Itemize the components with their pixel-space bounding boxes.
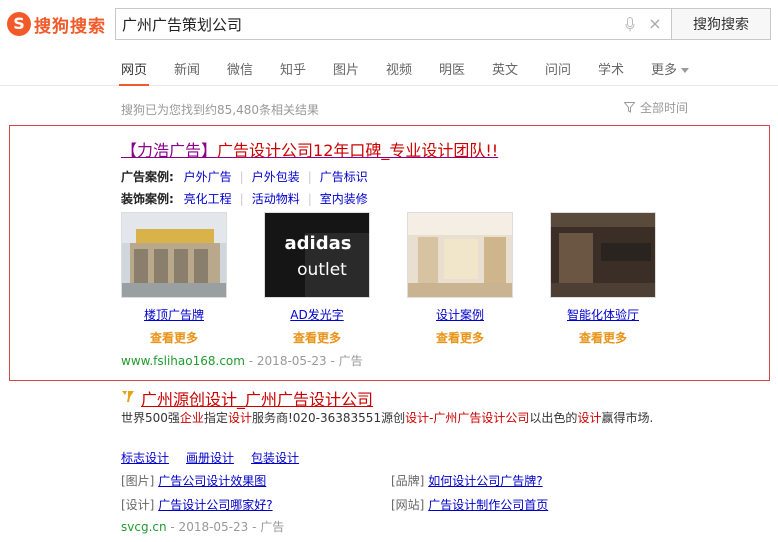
quick-link-logo-design[interactable]: 标志设计: [121, 451, 169, 465]
ad-link-outdoor-packaging[interactable]: 户外包装: [252, 170, 300, 184]
ad-thumb-caption[interactable]: 设计案例: [407, 306, 513, 323]
ad-url-line: www.fslihao168.com - 2018-05-23 - 广告: [121, 352, 363, 369]
snippet-highlight: 设计-广州广告设计公司: [405, 411, 530, 425]
snippet-highlight: 设计: [227, 411, 252, 425]
tab-mingyi[interactable]: 明医: [439, 59, 465, 78]
view-more-link[interactable]: 查看更多: [407, 329, 513, 346]
filter-funnel-icon: [624, 102, 635, 113]
adidas-image-text: adidas: [285, 233, 352, 254]
organic-url-meta: - 2018-05-23 - 广告: [166, 520, 285, 534]
ad-case-row-2: 装饰案例: 亮化工程 | 活动物料 | 室内装修: [121, 190, 368, 207]
ad-title-bracket: 【力浩广告】: [121, 141, 218, 160]
separator: |: [239, 192, 244, 206]
organic-quick-links: 标志设计 画册设计 包装设计: [121, 449, 316, 466]
organic-url-line: svcg.cn - 2018-05-23 - 广告: [121, 518, 284, 535]
ad-row-label: 装饰案例:: [121, 192, 174, 206]
separator: |: [307, 170, 312, 184]
time-filter-label: 全部时间: [640, 101, 689, 115]
ad-link-ad-signage[interactable]: 广告标识: [320, 170, 368, 184]
snippet-text: 指定: [203, 411, 228, 425]
organic-result-title[interactable]: 广州源创设计_广州广告设计公司: [141, 386, 373, 410]
sublink-brand: [品牌] 如何设计公司广告牌?: [391, 472, 543, 489]
ad-link-interior[interactable]: 室内装修: [320, 192, 368, 206]
ad-title-text: 广告设计公司12年口碑_专业设计团队!!: [217, 141, 499, 160]
microphone-icon[interactable]: [625, 17, 635, 32]
clear-icon[interactable]: ×: [647, 16, 663, 32]
view-more-link[interactable]: 查看更多: [264, 329, 370, 346]
tab-wenwen[interactable]: 问问: [545, 59, 571, 78]
tab-wechat[interactable]: 微信: [227, 59, 253, 78]
quick-link-packaging-design[interactable]: 包装设计: [251, 451, 299, 465]
view-more-link[interactable]: 查看更多: [121, 329, 227, 346]
time-filter[interactable]: 全部时间: [624, 99, 688, 116]
logo-text: 搜狗搜索: [34, 16, 106, 37]
tab-more[interactable]: 更多: [651, 59, 690, 78]
ad-row-label: 广告案例:: [121, 170, 174, 184]
ad-thumb-caption[interactable]: AD发光字: [264, 306, 370, 323]
sublink-tag: [品牌]: [391, 474, 425, 488]
search-button[interactable]: 搜狗搜索: [671, 8, 771, 40]
tab-zhihu[interactable]: 知乎: [280, 59, 306, 78]
active-tab-indicator: [119, 84, 149, 86]
ad-url-meta: - 2018-05-23 - 广告: [244, 354, 363, 368]
snippet-text: 赢得市场.: [601, 411, 654, 425]
tab-web[interactable]: 网页: [121, 59, 147, 78]
result-count: 搜狗已为您找到约85,480条相关结果: [121, 103, 319, 117]
sublink-tag: [图片]: [121, 474, 155, 488]
ad-case-row-1: 广告案例: 户外广告 | 户外包装 | 广告标识: [121, 168, 368, 185]
ad-thumb-caption[interactable]: 楼顶广告牌: [121, 306, 227, 323]
sublink-anchor[interactable]: 广告设计公司哪家好?: [158, 498, 272, 512]
ad-thumb-smart-hall[interactable]: [550, 212, 656, 298]
tab-english[interactable]: 英文: [492, 59, 518, 78]
tab-images[interactable]: 图片: [333, 59, 359, 78]
snippet-text: 服务商!020-36383551源创: [251, 411, 406, 425]
ad-link-lighting[interactable]: 亮化工程: [184, 192, 232, 206]
vertical-tabs: 网页 新闻 微信 知乎 图片 视频 明医 英文 问问 学术 更多: [0, 52, 778, 86]
search-input[interactable]: [122, 9, 602, 39]
tab-more-label: 更多: [651, 63, 678, 78]
ad-url-host: www.fslihao168.com: [121, 354, 245, 368]
adidas-outlet-image: adidas outlet: [265, 213, 369, 297]
ad-result: 【力浩广告】广告设计公司12年口碑_专业设计团队!! 广告案例: 户外广告 | 户外…: [9, 125, 770, 381]
result-favicon-icon: [122, 391, 134, 402]
ad-thumb-rooftop[interactable]: [121, 212, 227, 298]
tab-scholar[interactable]: 学术: [598, 59, 624, 78]
design-case-image: [408, 213, 512, 297]
separator: |: [307, 192, 312, 206]
sublink-tag: [设计]: [121, 498, 155, 512]
snippet-highlight: 设计: [577, 411, 602, 425]
ad-title-link[interactable]: 【力浩广告】广告设计公司12年口碑_专业设计团队!!: [121, 137, 498, 161]
ad-link-outdoor-ads[interactable]: 户外广告: [184, 170, 232, 184]
sublink-anchor[interactable]: 广告公司设计效果图: [158, 474, 266, 488]
search-box: ×: [115, 8, 671, 40]
sogou-logo[interactable]: 搜狗搜索: [7, 11, 106, 37]
snippet-highlight: 企业: [179, 411, 204, 425]
header: 搜狗搜索 × 搜狗搜索: [0, 0, 778, 52]
snippet-text: 世界500强: [121, 411, 180, 425]
organic-url-host: svcg.cn: [121, 520, 167, 534]
ad-thumb-led-letters[interactable]: adidas outlet: [264, 212, 370, 298]
rooftop-sign-image: [122, 213, 226, 297]
sublink-tag: [网站]: [391, 498, 425, 512]
chevron-down-icon: [681, 68, 690, 73]
tab-video[interactable]: 视频: [386, 59, 412, 78]
outlet-image-text: outlet: [297, 260, 347, 280]
separator: |: [239, 170, 244, 184]
quick-link-brochure-design[interactable]: 画册设计: [186, 451, 234, 465]
ad-link-event-materials[interactable]: 活动物料: [252, 192, 300, 206]
sogou-logo-icon: [7, 12, 31, 36]
ad-thumb-caption[interactable]: 智能化体验厅: [550, 306, 656, 323]
sublink-anchor[interactable]: 如何设计公司广告牌?: [428, 474, 542, 488]
ad-thumb-design-case[interactable]: [407, 212, 513, 298]
sublink-design: [设计] 广告设计公司哪家好?: [121, 496, 273, 513]
organic-result-snippet: 世界500强企业指定设计服务商!020-36383551源创设计-广州广告设计公…: [121, 409, 681, 427]
snippet-text: 以出色的: [529, 411, 578, 425]
view-more-link[interactable]: 查看更多: [550, 329, 656, 346]
sublink-anchor[interactable]: 广告设计制作公司首页: [428, 498, 548, 512]
sublink-website: [网站] 广告设计制作公司首页: [391, 496, 548, 513]
sublink-images: [图片] 广告公司设计效果图: [121, 472, 266, 489]
smart-hall-image: [551, 213, 655, 297]
tab-news[interactable]: 新闻: [174, 59, 200, 78]
